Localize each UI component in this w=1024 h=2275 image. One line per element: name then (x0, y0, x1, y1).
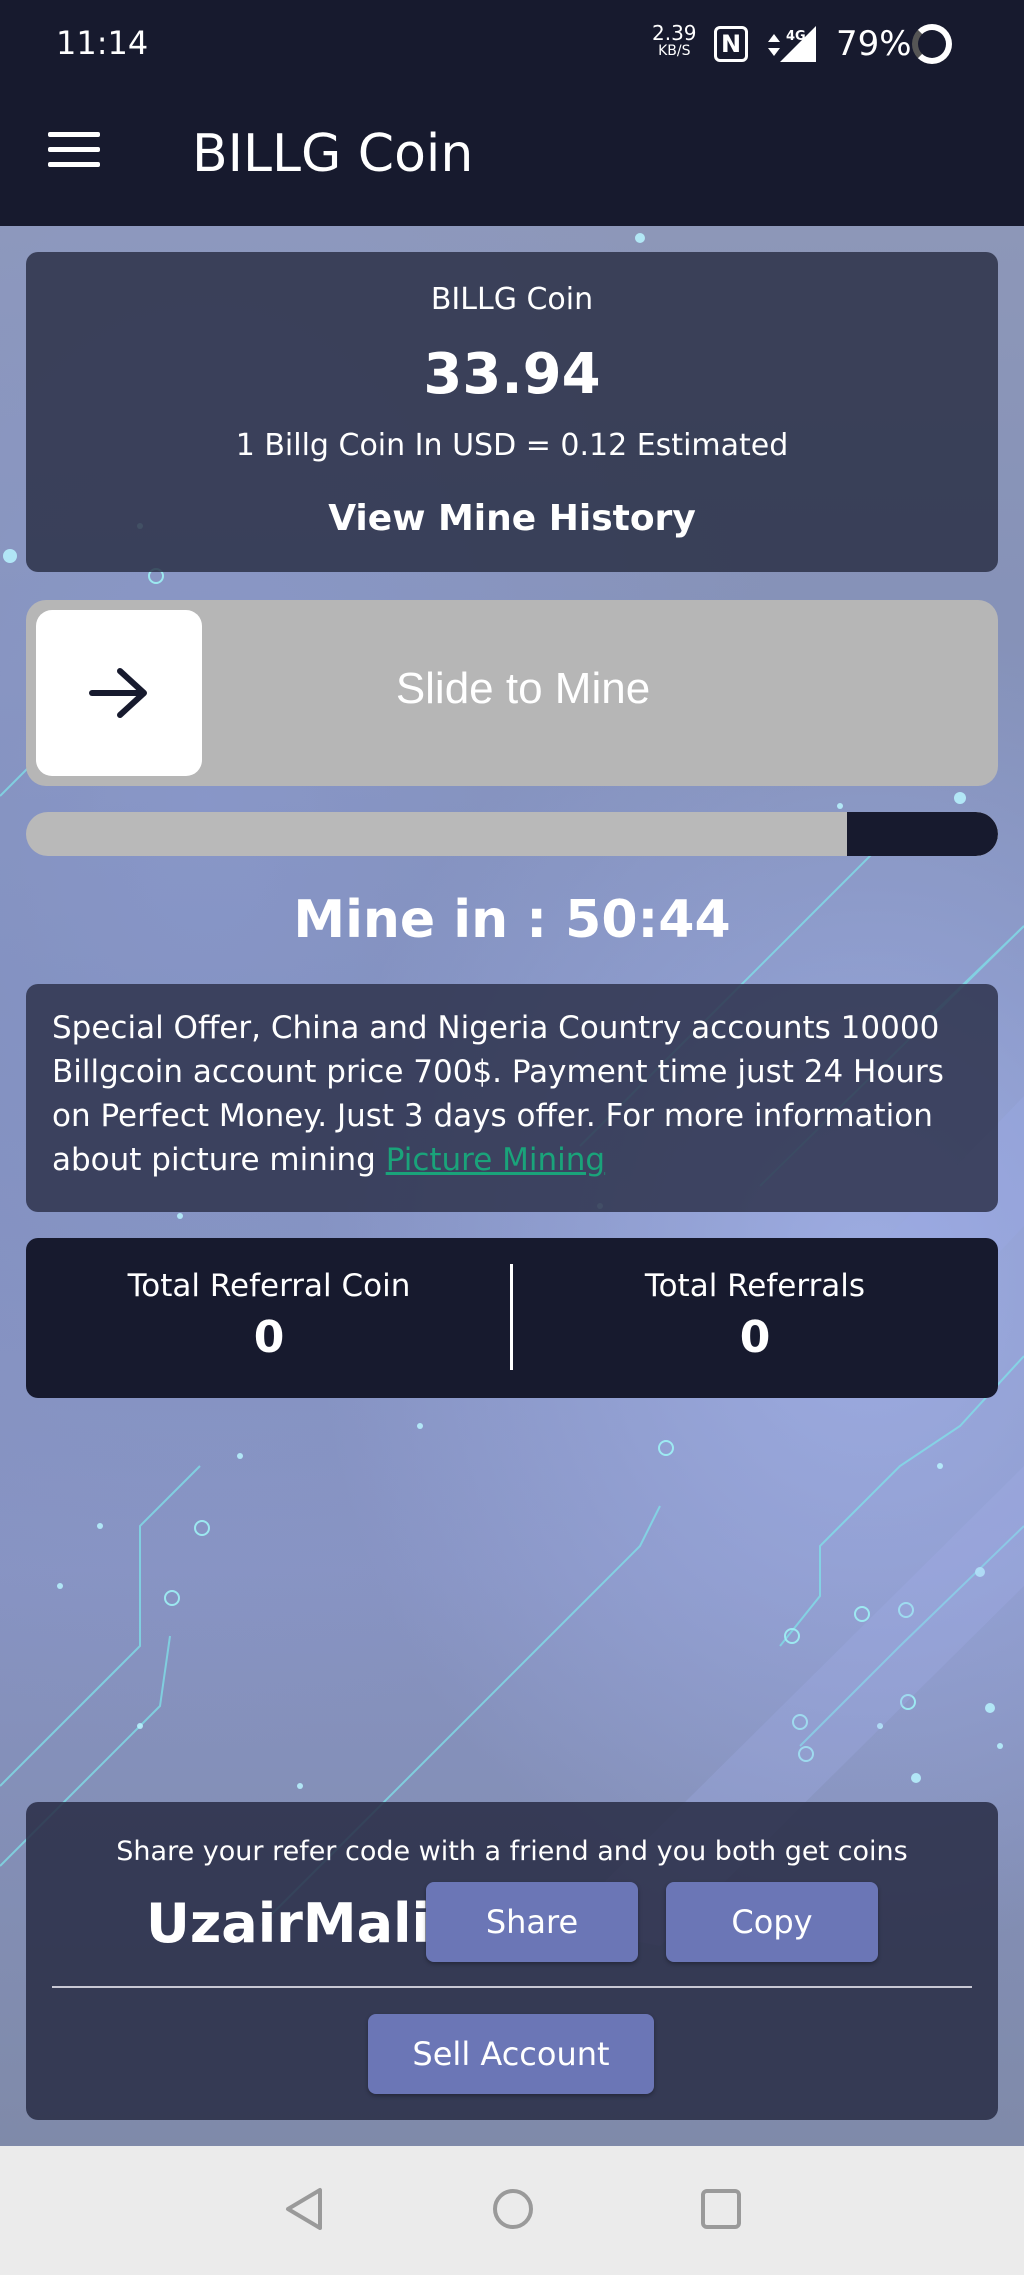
special-offer-card: Special Offer, China and Nigeria Country… (26, 984, 998, 1212)
menu-icon[interactable] (48, 132, 100, 172)
share-hint: Share your refer code with a friend and … (116, 1836, 908, 1867)
refer-code: UzairMalik (146, 1892, 466, 1955)
signal-icon: 4G (768, 26, 816, 62)
share-divider (52, 1986, 972, 1988)
back-icon[interactable] (282, 2186, 328, 2232)
balance-value: 33.94 (423, 342, 601, 407)
exchange-rate: 1 Billg Coin In USD = 0.12 Estimated (235, 428, 789, 463)
sell-account-button[interactable]: Sell Account (368, 2014, 654, 2094)
status-time: 11:14 (56, 24, 149, 62)
balance-title: BILLG Coin (430, 282, 594, 317)
view-mine-history-link[interactable]: View Mine History (26, 498, 998, 539)
battery-level: 79% (836, 24, 912, 64)
slider-handle[interactable] (36, 610, 202, 776)
referral-coin-value: 0 (253, 1312, 285, 1363)
referral-count-value: 0 (739, 1312, 771, 1363)
network-speed-unit: KB/S (658, 43, 691, 59)
status-bar: 11:14 2.39 KB/S N 4G 79% (0, 0, 1024, 90)
nfc-icon: N (714, 26, 748, 62)
slide-to-mine-slider[interactable]: Slide to Mine (26, 600, 998, 786)
progress-remaining (847, 812, 998, 856)
battery-icon (912, 24, 952, 64)
network-speed: 2.39 KB/S (652, 23, 697, 60)
mining-progress-bar (26, 812, 998, 856)
referral-coin-label: Total Referral Coin (127, 1268, 411, 1304)
picture-mining-link[interactable]: Picture Mining (386, 1142, 605, 1178)
referral-count-stat: Total Referrals 0 (512, 1268, 998, 1363)
arrow-right-icon (89, 668, 147, 718)
app-bar: BILLG Coin (0, 90, 1024, 226)
copy-button[interactable]: Copy (666, 1882, 878, 1962)
network-type: 4G (786, 29, 806, 44)
app-title: BILLG Coin (192, 124, 474, 184)
mine-countdown: Mine in : 50:44 (293, 890, 731, 950)
referral-count-label: Total Referrals (644, 1268, 866, 1304)
referral-stats-card: Total Referral Coin 0 Total Referrals 0 (26, 1238, 998, 1398)
home-icon[interactable] (490, 2186, 536, 2232)
referral-coin-stat: Total Referral Coin 0 (26, 1268, 512, 1363)
system-nav-bar (0, 2146, 1024, 2275)
share-button[interactable]: Share (426, 1882, 638, 1962)
recents-icon[interactable] (698, 2186, 744, 2232)
balance-card: BILLG Coin 33.94 1 Billg Coin In USD = 0… (26, 252, 998, 572)
share-card: Share your refer code with a friend and … (26, 1802, 998, 2120)
